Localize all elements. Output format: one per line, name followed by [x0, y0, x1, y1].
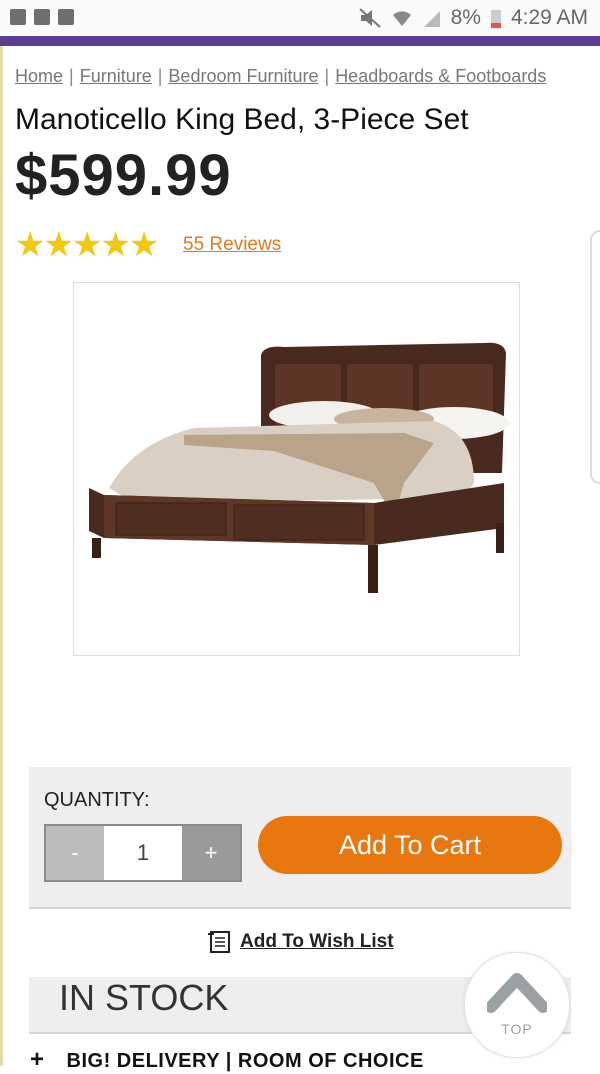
- notification-icons: [10, 9, 74, 25]
- delivery-accordion[interactable]: + BIG! DELIVERY | ROOM OF CHOICE: [30, 1046, 424, 1074]
- system-icons: 8% 4:29 AM: [358, 6, 588, 30]
- wishlist-label: Add To Wish List: [240, 931, 394, 952]
- purchase-panel: QUANTITY: - 1 + Add To Cart: [29, 767, 571, 909]
- wishlist-icon: [208, 931, 230, 953]
- stock-status: IN STOCK: [59, 977, 229, 1018]
- breadcrumb: Home | Furniture | Bedroom Furniture | Headboa…: [15, 66, 547, 86]
- signal-icon: [423, 11, 440, 27]
- product-image[interactable]: [73, 282, 520, 656]
- wifi-icon: [392, 11, 411, 26]
- status-bar: 8% 4:29 AM: [0, 0, 600, 37]
- add-to-cart-button[interactable]: Add To Cart: [258, 816, 562, 874]
- product-title: Manoticello King Bed, 3-Piece Set: [15, 103, 469, 136]
- reviews-link[interactable]: 55 Reviews: [183, 234, 281, 256]
- mail-icon: [34, 9, 50, 25]
- gmail-icon: [58, 9, 74, 25]
- star-rating-fill: ★★★★★: [15, 228, 159, 262]
- product-price: $599.99: [15, 143, 232, 208]
- back-to-top-label: TOP: [501, 1021, 533, 1037]
- quantity-increase-button[interactable]: +: [182, 826, 240, 880]
- quantity-label: QUANTITY:: [44, 789, 150, 811]
- quantity-stepper: - 1 +: [44, 824, 242, 882]
- quantity-input[interactable]: 1: [104, 826, 182, 880]
- battery-icon: [490, 10, 501, 28]
- delivery-label: BIG! DELIVERY | ROOM OF CHOICE: [66, 1050, 424, 1072]
- page-edge: [0, 46, 3, 1066]
- back-to-top-button[interactable]: TOP: [464, 952, 570, 1058]
- battery-percent: 8%: [450, 6, 481, 29]
- bed-illustration: [89, 342, 509, 593]
- star-rating: ★★★★★ ★★★★★: [15, 228, 175, 262]
- header-accent-bar: [0, 36, 600, 46]
- side-panel-handle[interactable]: [590, 230, 600, 484]
- alert-icon: [10, 9, 26, 25]
- breadcrumb-headboards-footboards[interactable]: Headboards & Footboards: [335, 66, 546, 86]
- expand-icon: +: [30, 1046, 45, 1073]
- clock: 4:29 AM: [510, 6, 588, 29]
- rating-row: ★★★★★ ★★★★★ 55 Reviews: [15, 228, 281, 262]
- breadcrumb-home[interactable]: Home: [15, 66, 63, 86]
- quantity-decrease-button[interactable]: -: [46, 826, 104, 880]
- mute-icon: [358, 8, 381, 28]
- breadcrumb-furniture[interactable]: Furniture: [80, 66, 152, 86]
- add-to-wishlist-link[interactable]: Add To Wish List: [208, 930, 394, 954]
- breadcrumb-bedroom-furniture[interactable]: Bedroom Furniture: [168, 66, 318, 86]
- chevron-up-icon: [487, 973, 547, 1013]
